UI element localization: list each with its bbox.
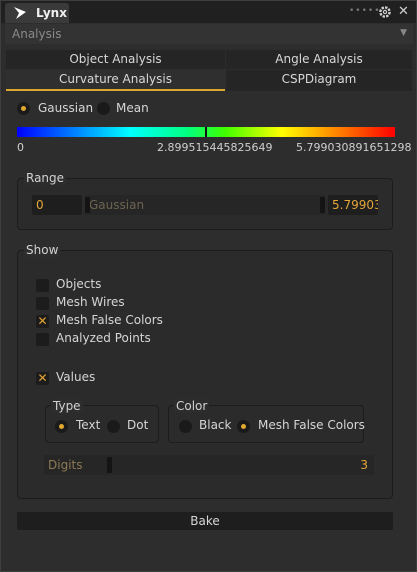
panel-tab-title: Lynx [36,6,67,20]
checkbox-values-label: Values [56,370,96,384]
radio-color-black[interactable] [179,419,192,433]
tab-angle-analysis[interactable]: Angle Analysis [226,50,412,69]
radio-gaussian-indicator [17,102,30,115]
radio-gaussian[interactable] [17,101,30,115]
lynx-logo-icon [14,7,26,19]
range-slider-label: Gaussian [89,198,145,212]
color-title: Color [174,399,210,413]
digits-slider[interactable]: Digits 3 [44,455,374,475]
radio-type-text-label: Text [76,418,101,432]
radio-color-black-label: Black [199,418,232,432]
show-title: Show [24,243,61,257]
radio-color-black-indicator [179,420,192,433]
radio-color-mesh-false-colors-label: Mesh False Colors [258,418,365,432]
gear-icon[interactable] [378,5,392,19]
gradient-max-label: 5.799030891651298 [296,141,412,154]
radio-color-mesh-false-colors[interactable] [237,419,250,433]
tab-curvature-analysis[interactable]: Curvature Analysis [6,70,225,91]
chevron-down-icon: ▼ [400,28,407,38]
checkbox-analyzed-points[interactable] [36,333,49,346]
lynx-panel: Lynx ••••• ✕ Analysis ▼ Object Analysis … [0,0,417,572]
range-title: Range [24,171,67,185]
grip-dots-icon[interactable]: ••••• [349,6,381,16]
analysis-dropdown[interactable]: Analysis ▼ [5,24,413,44]
radio-mean-indicator [97,102,110,115]
bake-button[interactable]: Bake [17,512,393,530]
range-min-input[interactable]: 0 [32,195,82,215]
dropdown-value: Analysis [12,27,62,41]
checkbox-mesh-wires[interactable] [36,297,49,310]
radio-type-dot[interactable] [107,419,120,433]
gradient-mid-label: 2.899515445825649 [157,141,273,154]
range-slider[interactable]: Gaussian [85,195,325,215]
checkbox-values[interactable]: ✕ [36,372,49,385]
title-bar: Lynx ••••• ✕ [1,1,416,23]
checkbox-mesh-false-colors-label: Mesh False Colors [56,313,163,327]
checkbox-objects-label: Objects [56,277,102,291]
radio-color-mesh-false-colors-indicator [237,420,250,433]
radio-type-text[interactable] [55,419,68,433]
color-gradient-bar [17,127,395,137]
type-title: Type [51,399,83,413]
gradient-mid-marker [205,127,207,137]
tab-object-analysis[interactable]: Object Analysis [6,50,225,69]
range-max-input[interactable]: 5.799030891651298 [328,195,378,215]
radio-gaussian-label: Gaussian [38,101,94,115]
panel-tab[interactable]: Lynx [5,3,69,23]
radio-type-dot-label: Dot [127,418,149,432]
radio-mean[interactable] [97,101,110,115]
radio-type-text-indicator [55,420,68,433]
checkbox-objects[interactable] [36,279,49,292]
checkbox-mesh-false-colors[interactable]: ✕ [36,315,49,328]
radio-mean-label: Mean [116,101,149,115]
digits-slider-handle[interactable] [107,457,112,473]
digits-value: 3 [360,458,368,472]
radio-type-dot-indicator [107,420,120,433]
digits-label: Digits [48,458,83,472]
close-icon[interactable]: ✕ [398,4,409,19]
tab-cspdiagram[interactable]: CSPDiagram [226,70,412,91]
gradient-min-label: 0 [17,141,24,154]
range-slider-handle-left[interactable] [85,197,90,213]
checkbox-analyzed-points-label: Analyzed Points [56,331,151,345]
checkbox-mesh-wires-label: Mesh Wires [56,295,125,309]
range-slider-handle-right[interactable] [320,197,325,213]
